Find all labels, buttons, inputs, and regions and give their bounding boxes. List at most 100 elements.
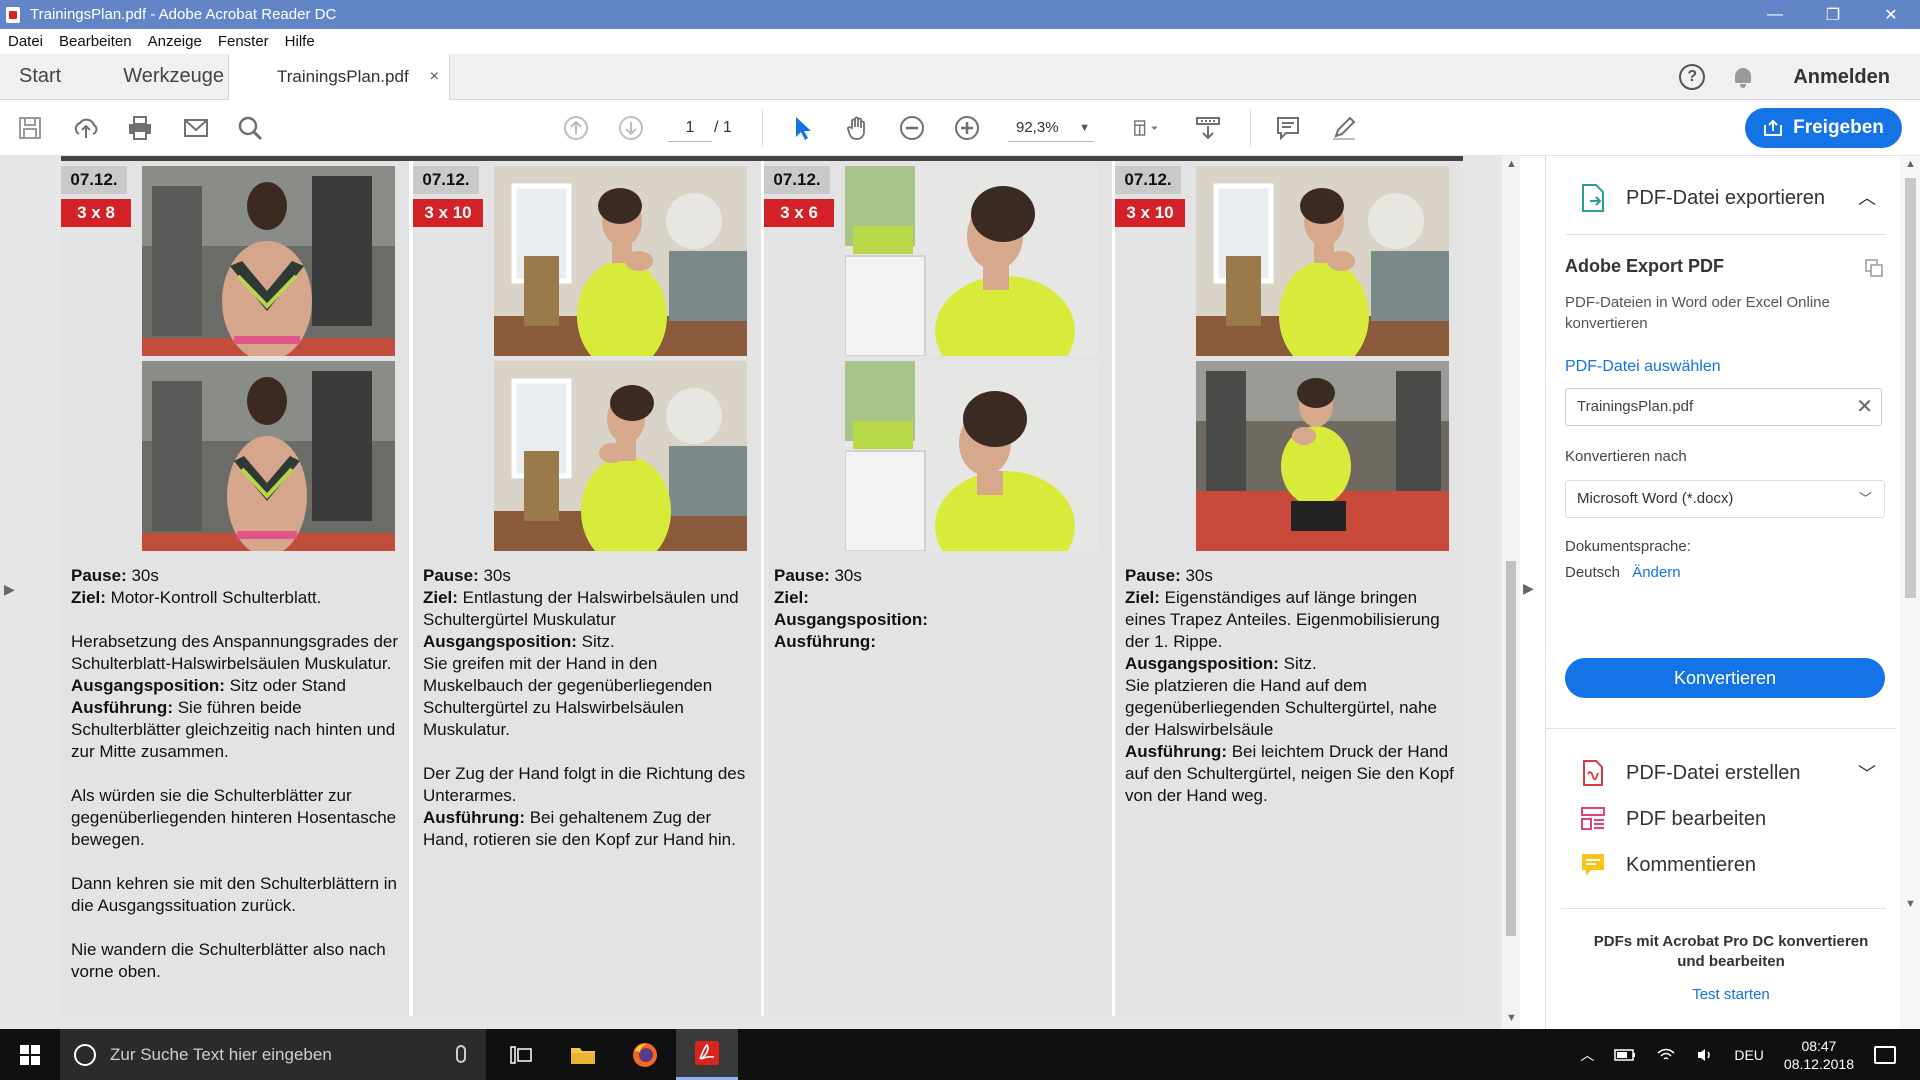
scrollbar-thumb[interactable] — [1506, 561, 1516, 936]
start-trial-link[interactable]: Test starten — [1586, 986, 1876, 1003]
sign-in-button[interactable]: Anmelden — [1793, 66, 1890, 89]
tab-row: Start Werkzeuge TrainingsPlan.pdf × ? An… — [0, 54, 1920, 100]
zoom-out-icon[interactable] — [896, 112, 928, 144]
edit-pdf-icon — [1581, 807, 1605, 830]
description-text: Sie greifen mit der Hand in den Muskelba… — [423, 654, 713, 739]
tools-pane-scrollbar[interactable]: ▲ ▼ — [1900, 156, 1920, 1029]
acrobat-taskbar-button[interactable] — [676, 1029, 738, 1080]
tab-start[interactable]: Start — [0, 54, 103, 100]
action-center-icon[interactable] — [1874, 1045, 1896, 1064]
mail-icon[interactable] — [180, 112, 212, 144]
restore-button[interactable]: ❐ — [1804, 0, 1862, 29]
convert-format-value: Microsoft Word (*.docx) — [1577, 490, 1734, 507]
tab-document[interactable]: TrainingsPlan.pdf × — [228, 54, 450, 100]
tool-edit-pdf[interactable]: PDF bearbeiten — [1546, 799, 1896, 839]
date-badge: 07.12. — [764, 166, 830, 194]
chevron-up-icon[interactable]: ︿ — [1858, 184, 1876, 210]
battery-icon[interactable] — [1614, 1048, 1636, 1061]
description-text: Sitz. — [576, 632, 615, 651]
document-viewport[interactable]: ▶ 07.12. 3 x 8 Pause: 30s Ziel: Motor-Ko… — [0, 156, 1510, 1029]
select-pdf-link[interactable]: PDF-Datei auswählen — [1565, 358, 1721, 376]
description-label: Ausführung: — [423, 808, 525, 827]
scroll-up-icon[interactable]: ▲ — [1905, 158, 1916, 170]
zoom-level-value: 92,3% — [1016, 119, 1059, 136]
file-explorer-button[interactable] — [552, 1029, 614, 1080]
page-up-icon[interactable] — [560, 112, 592, 144]
zoom-in-icon[interactable] — [951, 112, 983, 144]
wifi-icon[interactable] — [1656, 1047, 1676, 1063]
print-icon[interactable] — [124, 112, 156, 144]
firefox-button[interactable] — [614, 1029, 676, 1080]
zoom-level-select[interactable]: 92,3% ▼ — [1008, 114, 1094, 142]
description-line: Ziel: — [774, 587, 1104, 609]
description-line: Pause: 30s — [1125, 565, 1455, 587]
menu-bearbeiten[interactable]: Bearbeiten — [51, 33, 140, 50]
selected-file-field[interactable]: TrainingsPlan.pdf ✕ — [1565, 388, 1882, 426]
page-down-icon[interactable] — [615, 112, 647, 144]
taskbar-search[interactable]: Zur Suche Text hier eingeben — [60, 1029, 486, 1080]
tab-tools[interactable]: Werkzeuge — [103, 54, 244, 100]
change-language-link[interactable]: Ändern — [1632, 564, 1680, 581]
comment-icon[interactable] — [1272, 112, 1304, 144]
description-label: Ziel: — [1125, 588, 1160, 607]
menu-datei[interactable]: Datei — [0, 33, 51, 50]
search-icon[interactable] — [234, 112, 266, 144]
tool-create-pdf[interactable]: PDF-Datei erstellen ﹀ — [1546, 753, 1896, 793]
title-bar: TrainingsPlan.pdf - Adobe Acrobat Reader… — [0, 0, 1920, 29]
scroll-down-icon[interactable]: ▼ — [1905, 898, 1916, 910]
description-text: Dann kehren sie mit den Schulterblättern… — [71, 874, 398, 915]
upload-icon[interactable] — [70, 112, 102, 144]
sets-badge: 3 x 6 — [764, 199, 834, 227]
page-number-input[interactable]: 1 — [668, 114, 712, 142]
menu-hilfe[interactable]: Hilfe — [277, 33, 323, 50]
chevron-down-icon[interactable]: ﹀ — [1858, 760, 1876, 786]
acrobat-app-icon — [6, 6, 20, 23]
convert-to-label: Konvertieren nach — [1565, 448, 1687, 465]
notification-bell-icon[interactable] — [1733, 66, 1753, 88]
description-line: Nie wandern die Schulterblätter also nac… — [71, 939, 401, 983]
convert-button[interactable]: Konvertieren — [1565, 658, 1885, 698]
scroll-mode-icon[interactable] — [1192, 112, 1224, 144]
scroll-up-icon[interactable]: ▲ — [1506, 158, 1517, 170]
minimize-button[interactable]: — — [1746, 0, 1804, 29]
close-window-button[interactable]: ✕ — [1862, 0, 1920, 29]
taskbar-clock[interactable]: 08:47 08.12.2018 — [1784, 1037, 1854, 1073]
description-label: Ausgangsposition: — [71, 676, 225, 695]
page-layout-icon[interactable] — [1124, 112, 1168, 144]
description-line: Ausgangsposition: — [774, 609, 1104, 631]
right-pane-toggle-icon[interactable]: ▶ — [1523, 580, 1534, 597]
save-icon[interactable] — [14, 112, 46, 144]
menu-fenster[interactable]: Fenster — [210, 33, 277, 50]
scrollbar-thumb[interactable] — [1905, 178, 1916, 598]
clock-time: 08:47 — [1801, 1037, 1837, 1054]
document-scrollbar[interactable]: ▲ ▼ — [1502, 156, 1520, 1029]
select-arrow-icon[interactable] — [786, 112, 818, 144]
hand-icon[interactable] — [842, 112, 874, 144]
share-button[interactable]: Freigeben — [1745, 108, 1902, 148]
menu-anzeige[interactable]: Anzeige — [140, 33, 210, 50]
toolbar-separator — [762, 110, 763, 146]
firefox-icon — [633, 1042, 657, 1067]
input-language[interactable]: DEU — [1734, 1047, 1764, 1063]
subscription-icon[interactable] — [1864, 258, 1884, 278]
help-icon[interactable]: ? — [1679, 64, 1706, 90]
export-pdf-section-header[interactable]: PDF-Datei exportieren ︿ — [1546, 178, 1896, 218]
document-language-value: Deutsch — [1565, 564, 1621, 581]
exercise-photo — [1196, 166, 1449, 356]
start-button[interactable] — [0, 1029, 60, 1080]
close-tab-icon[interactable]: × — [430, 68, 439, 86]
chevron-up-icon[interactable]: ︿ — [1580, 1045, 1594, 1065]
clear-file-icon[interactable]: ✕ — [1856, 389, 1873, 425]
scroll-down-icon[interactable]: ▼ — [1506, 1012, 1517, 1024]
exercise-photo — [1196, 361, 1449, 551]
tool-comment[interactable]: Kommentieren — [1546, 845, 1896, 885]
description-label: Ziel: — [423, 588, 458, 607]
convert-format-select[interactable]: Microsoft Word (*.docx) ﹀ — [1565, 480, 1885, 518]
volume-icon[interactable] — [1696, 1047, 1714, 1063]
microphone-icon[interactable] — [456, 1045, 466, 1063]
left-pane-toggle-icon[interactable]: ▶ — [4, 581, 15, 598]
export-pdf-label: PDF-Datei exportieren — [1626, 186, 1825, 209]
task-view-button[interactable] — [490, 1029, 552, 1080]
pen-icon[interactable] — [1328, 112, 1360, 144]
